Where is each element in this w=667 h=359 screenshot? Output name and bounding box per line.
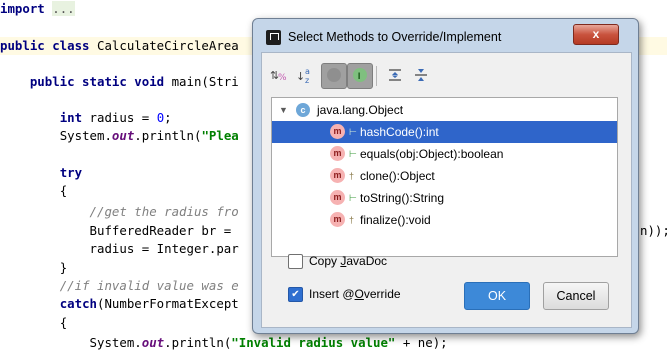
code-token: } <box>59 260 68 275</box>
copy-javadoc-label[interactable]: Copy JavaDoc <box>309 254 387 268</box>
tree-root-row[interactable]: ▼ c java.lang.Object <box>272 99 617 121</box>
svg-text:z: z <box>305 76 309 85</box>
code-line: try <box>0 164 82 182</box>
method-icon: m <box>330 212 345 227</box>
code-line: { <box>0 182 67 200</box>
cancel-button[interactable]: Cancel <box>543 282 609 310</box>
svg-text:%: % <box>278 73 287 83</box>
code-token: public static void <box>29 74 165 89</box>
method-row-equals[interactable]: m ⊢ equals(obj:Object):boolean <box>272 143 617 165</box>
method-label: clone():Object <box>360 169 435 183</box>
show-interfaces-icon[interactable]: I <box>347 63 373 89</box>
protected-visibility-icon: † <box>349 215 355 225</box>
code-line: import ... <box>0 0 75 18</box>
code-line: catch(NumberFormatExcept <box>0 295 239 313</box>
collapse-all-icon[interactable] <box>409 63 433 87</box>
code-token: out <box>111 128 135 143</box>
code-token: "Plea <box>201 128 239 143</box>
code-line: public static void main(Stri <box>0 73 239 91</box>
code-token: System. <box>89 335 142 350</box>
method-icon: m <box>330 168 345 183</box>
code-token: catch <box>59 296 97 311</box>
copy-javadoc-checkbox[interactable] <box>288 254 303 269</box>
code-token: radius = Integer.par <box>89 241 239 256</box>
code-token: { <box>59 315 68 330</box>
code-token: ... <box>52 1 75 16</box>
public-visibility-icon: ⊢ <box>349 149 357 159</box>
code-token: ; <box>164 110 172 125</box>
insert-override-label[interactable]: Insert @Override <box>309 287 401 301</box>
code-line: { <box>0 314 67 332</box>
method-icon: m <box>330 124 345 139</box>
code-line: int radius = 0; <box>0 109 172 127</box>
code-line: //get the radius fro <box>0 203 239 221</box>
method-icon: m <box>330 146 345 161</box>
show-classes-icon[interactable] <box>321 63 347 89</box>
sort-by-visibility-icon[interactable]: ⇅% <box>267 63 291 87</box>
select-methods-dialog: Select Methods to Override/Implement x ⇅… <box>252 18 639 334</box>
code-token: { <box>59 183 68 198</box>
code-line: } <box>0 259 67 277</box>
method-row-finalize[interactable]: m † finalize():void <box>272 209 617 231</box>
method-row-clone[interactable]: m † clone():Object <box>272 165 617 187</box>
method-icon: m <box>330 190 345 205</box>
public-visibility-icon: ⊢ <box>349 193 357 203</box>
code-token: public class <box>0 38 90 53</box>
code-token: + ne); <box>395 335 448 350</box>
expand-caret-icon[interactable]: ▼ <box>279 99 288 121</box>
method-label: hashCode():int <box>360 125 439 139</box>
code-overflow-text: n)); <box>640 223 667 238</box>
ok-button[interactable]: OK <box>464 282 530 310</box>
dialog-title: Select Methods to Override/Implement <box>288 30 502 44</box>
method-row-tostring[interactable]: m ⊢ toString():String <box>272 187 617 209</box>
close-button[interactable]: x <box>573 24 619 45</box>
method-label: finalize():void <box>360 213 431 227</box>
code-token: "Invalid radius value" <box>231 335 396 350</box>
code-line: //if invalid value was e <box>0 277 239 295</box>
tree-root-label: java.lang.Object <box>317 103 404 117</box>
toolbar-separator <box>376 66 377 86</box>
code-token: int <box>59 110 83 125</box>
code-token: .println( <box>164 335 232 350</box>
code-token: //get the radius fro <box>89 204 239 219</box>
class-icon: c <box>296 103 310 117</box>
code-token: CalculateCircleArea <box>89 38 239 53</box>
code-token: radius = <box>82 110 157 125</box>
app-icon <box>266 30 281 45</box>
protected-visibility-icon: † <box>349 171 355 181</box>
methods-tree: ▼ c java.lang.Object m ⊢ hashCode():int … <box>271 97 618 257</box>
code-token: System. <box>59 128 112 143</box>
svg-text:↓: ↓ <box>296 70 305 83</box>
method-label: equals(obj:Object):boolean <box>360 147 504 161</box>
code-token: out <box>141 335 165 350</box>
code-token: main(Stri <box>164 74 239 89</box>
code-token: //if invalid value was e <box>59 278 239 293</box>
code-token: (NumberFormatExcept <box>97 296 239 311</box>
expand-all-icon[interactable] <box>383 63 407 87</box>
svg-text:a: a <box>305 67 310 76</box>
code-token: try <box>59 165 83 180</box>
svg-text:I: I <box>358 72 361 82</box>
code-line: radius = Integer.par <box>0 240 239 258</box>
code-line: BufferedReader br = <box>0 222 239 240</box>
public-visibility-icon: ⊢ <box>349 127 357 137</box>
insert-override-checkbox[interactable]: ✔ <box>288 287 303 302</box>
code-token: .println( <box>134 128 202 143</box>
sort-alphabetically-icon[interactable]: ↓ a z <box>293 63 317 87</box>
code-token: BufferedReader br = <box>89 223 239 238</box>
method-row-hashcode[interactable]: m ⊢ hashCode():int <box>272 121 617 143</box>
method-label: toString():String <box>360 191 445 205</box>
code-line: System.out.println("Invalid radius value… <box>0 334 448 352</box>
code-token: import <box>0 1 45 16</box>
code-line: System.out.println("Plea <box>0 127 239 145</box>
